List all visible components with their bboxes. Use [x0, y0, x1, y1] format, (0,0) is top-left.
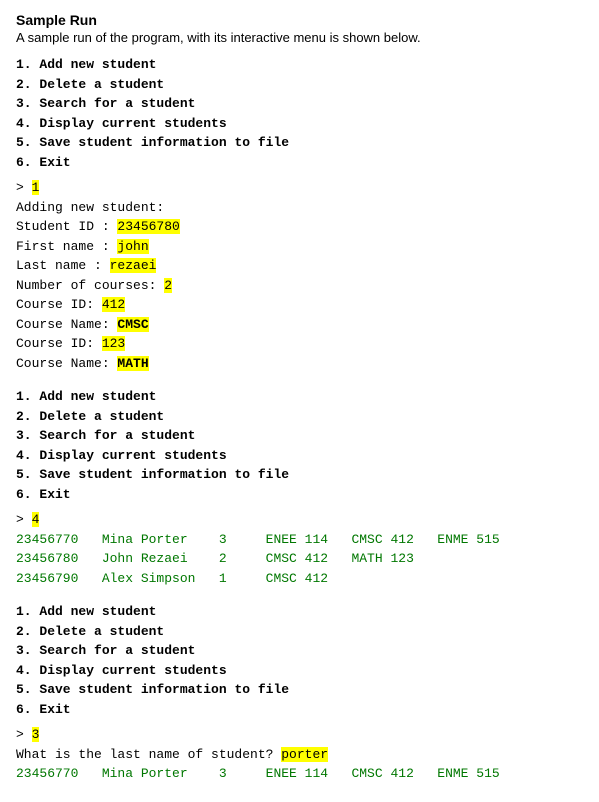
- menu2-item-3: 3. Search for a student: [16, 426, 583, 446]
- first-name-value: john: [117, 239, 148, 254]
- course-id-1-line: Course ID: 412: [16, 295, 583, 315]
- menu-item-6: 6. Exit: [16, 153, 583, 173]
- prompt-1: > 1: [16, 178, 583, 198]
- section-title: Sample Run: [16, 12, 583, 28]
- search-block: What is the last name of student? porter…: [16, 745, 583, 784]
- menu-item-2: 2. Delete a student: [16, 75, 583, 95]
- information-text-3: information: [141, 682, 227, 697]
- last-name-line: Last name : rezaei: [16, 256, 583, 276]
- search-value: porter: [281, 747, 328, 762]
- information-text-1: information: [141, 135, 227, 150]
- section-description: A sample run of the program, with its in…: [16, 30, 583, 45]
- course-id-2-value: 123: [102, 336, 125, 351]
- student-row-2: 23456780 John Rezaei 2 CMSC 412 MATH 123: [16, 549, 583, 569]
- course-name-2-line: Course Name: MATH: [16, 354, 583, 374]
- student-row-3: 23456790 Alex Simpson 1 CMSC 412: [16, 569, 583, 589]
- prompt-3: > 3: [16, 725, 583, 745]
- num-courses-value: 2: [164, 278, 172, 293]
- course-name-2-value: MATH: [117, 356, 148, 371]
- menu3-item-3: 3. Search for a student: [16, 641, 583, 661]
- prompt-value-1: 1: [32, 180, 40, 195]
- search-result: 23456770 Mina Porter 3 ENEE 114 CMSC 412…: [16, 764, 583, 784]
- menu3-item-6: 6. Exit: [16, 700, 583, 720]
- menu3-item-5: 5. Save student information to file: [16, 680, 583, 700]
- menu2-item-1: 1. Add new student: [16, 387, 583, 407]
- num-courses-line: Number of courses: 2: [16, 276, 583, 296]
- first-name-line: First name : john: [16, 237, 583, 257]
- course-name-1-value: CMSC: [117, 317, 148, 332]
- menu2-item-4: 4. Display current students: [16, 446, 583, 466]
- menu-item-4: 4. Display current students: [16, 114, 583, 134]
- prompt-2: > 4: [16, 510, 583, 530]
- menu-item-1: 1. Add new student: [16, 55, 583, 75]
- last-name-value: rezaei: [110, 258, 157, 273]
- menu3-item-2: 2. Delete a student: [16, 622, 583, 642]
- student-row-1: 23456770 Mina Porter 3 ENEE 114 CMSC 412…: [16, 530, 583, 550]
- menu3-item-4: 4. Display current students: [16, 661, 583, 681]
- menu2-item-6: 6. Exit: [16, 485, 583, 505]
- student-id-value: 23456780: [117, 219, 179, 234]
- prompt-value-2: 4: [32, 512, 40, 527]
- menu-item-3: 3. Search for a student: [16, 94, 583, 114]
- course-name-1-line: Course Name: CMSC: [16, 315, 583, 335]
- course-id-2-line: Course ID: 123: [16, 334, 583, 354]
- menu3-item-1: 1. Add new student: [16, 602, 583, 622]
- adding-label: Adding new student:: [16, 198, 583, 218]
- student-id-line: Student ID : 23456780: [16, 217, 583, 237]
- menu-block-1: 1. Add new student 2. Delete a student 3…: [16, 55, 583, 172]
- prompt-value-3: 3: [32, 727, 40, 742]
- course-id-1-value: 412: [102, 297, 125, 312]
- student-list: 23456770 Mina Porter 3 ENEE 114 CMSC 412…: [16, 530, 583, 589]
- menu2-item-5: 5. Save student information to file: [16, 465, 583, 485]
- search-question-line: What is the last name of student? porter: [16, 745, 583, 765]
- input-block-1: Adding new student: Student ID : 2345678…: [16, 198, 583, 374]
- information-text-2: information: [141, 467, 227, 482]
- menu-item-5: 5. Save student information to file: [16, 133, 583, 153]
- menu-block-3: 1. Add new student 2. Delete a student 3…: [16, 602, 583, 719]
- menu2-item-2: 2. Delete a student: [16, 407, 583, 427]
- menu-block-2: 1. Add new student 2. Delete a student 3…: [16, 387, 583, 504]
